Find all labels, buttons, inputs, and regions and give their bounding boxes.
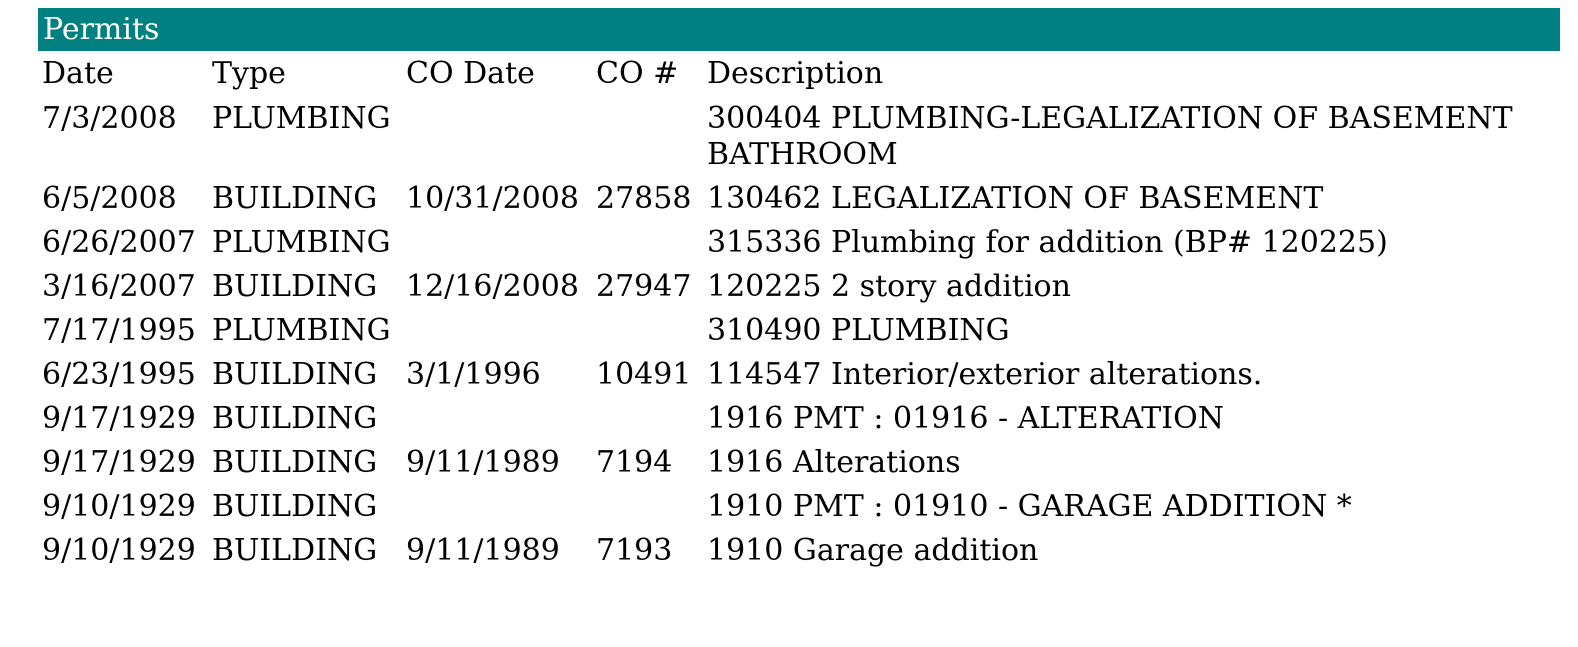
cell-co-date: 9/11/1989 [406, 533, 560, 568]
cell-co-number: 27858 [596, 181, 692, 216]
cell-description: 120225 2 story addition [707, 269, 1071, 304]
table-row: 7/17/1995 PLUMBING 310490 PLUMBING [38, 309, 1560, 353]
cell-co-number [592, 397, 703, 441]
cell-type: BUILDING [212, 357, 378, 392]
permits-table: Date Type CO Date CO # Description 7/3/2… [38, 51, 1560, 573]
cell-description: 315336 Plumbing for addition (BP# 120225… [707, 225, 1388, 260]
column-header-co-number: CO # [596, 56, 679, 91]
column-header-type: Type [212, 56, 286, 91]
cell-co-date: 12/16/2008 [406, 269, 579, 304]
cell-co-number: 10491 [596, 357, 692, 392]
cell-date: 3/16/2007 [42, 269, 196, 304]
cell-co-number: 7193 [596, 533, 673, 568]
table-row: 6/5/2008 BUILDING 10/31/2008 27858 130462 LE… [38, 177, 1560, 221]
cell-co-number: 27947 [596, 269, 692, 304]
permits-panel: Permits Date Type CO Date CO # Descripti… [38, 8, 1560, 573]
cell-co-date [402, 221, 592, 265]
cell-type: BUILDING [212, 181, 378, 216]
table-row: 9/17/1929 BUILDING 1916 PMT : 01916 - ALTE… [38, 397, 1560, 441]
cell-co-date: 3/1/1996 [406, 357, 541, 392]
permit-rows: 7/3/2008 PLUMBING 300404 PLUMBING-LEGALIZA… [38, 97, 1560, 573]
table-row: 3/16/2007 BUILDING 12/16/2008 27947 120225 2… [38, 265, 1560, 309]
table-row: 9/10/1929 BUILDING 1910 PMT : 01910 - GARA… [38, 485, 1560, 529]
cell-type: BUILDING [212, 269, 378, 304]
cell-date: 7/3/2008 [42, 101, 177, 136]
panel-title: Permits [38, 8, 1560, 51]
cell-date: 6/23/1995 [42, 357, 196, 392]
column-header-co-date: CO Date [406, 56, 535, 91]
cell-co-date: 10/31/2008 [406, 181, 579, 216]
cell-description: 310490 PLUMBING [707, 313, 1010, 348]
table-header-row: Date Type CO Date CO # Description [38, 51, 1560, 97]
cell-type: PLUMBING [212, 225, 391, 260]
cell-date: 9/17/1929 [42, 445, 196, 480]
cell-type: PLUMBING [212, 101, 391, 136]
cell-date: 7/17/1995 [42, 313, 196, 348]
table-row: 7/3/2008 PLUMBING 300404 PLUMBING-LEGALIZA… [38, 97, 1560, 177]
cell-description: 130462 LEGALIZATION OF BASEMENT [707, 181, 1324, 216]
cell-type: PLUMBING [212, 313, 391, 348]
cell-co-number [592, 221, 703, 265]
cell-date: 6/5/2008 [42, 181, 177, 216]
cell-type: BUILDING [212, 401, 378, 436]
cell-co-number [592, 97, 703, 177]
cell-description: 1916 PMT : 01916 - ALTERATION [707, 401, 1224, 436]
cell-co-number: 7194 [596, 445, 673, 480]
cell-date: 9/10/1929 [42, 533, 196, 568]
column-header-description: Description [707, 56, 884, 91]
table-row: 9/10/1929 BUILDING 9/11/1989 7193 1910 Garag… [38, 529, 1560, 573]
cell-co-number [592, 485, 703, 529]
column-header-date: Date [42, 56, 114, 91]
cell-type: BUILDING [212, 489, 378, 524]
cell-co-date [402, 397, 592, 441]
cell-description: 114547 Interior/exterior alterations. [707, 357, 1263, 392]
cell-co-date: 9/11/1989 [406, 445, 560, 480]
cell-date: 6/26/2007 [42, 225, 196, 260]
table-row: 6/23/1995 BUILDING 3/1/1996 10491 114547 Int… [38, 353, 1560, 397]
cell-date: 9/17/1929 [42, 401, 196, 436]
table-row: 6/26/2007 PLUMBING 315336 Plumbing for add… [38, 221, 1560, 265]
cell-description: 300404 PLUMBING-LEGALIZATION OF BASEMENT… [707, 101, 1513, 172]
cell-description: 1916 Alterations [707, 445, 961, 480]
table-row: 9/17/1929 BUILDING 9/11/1989 7194 1916 Alter… [38, 441, 1560, 485]
cell-co-date [402, 485, 592, 529]
cell-co-date [402, 97, 592, 177]
cell-description: 1910 Garage addition [707, 533, 1039, 568]
cell-description: 1910 PMT : 01910 - GARAGE ADDITION * [707, 489, 1352, 524]
cell-co-number [592, 309, 703, 353]
cell-type: BUILDING [212, 533, 378, 568]
cell-date: 9/10/1929 [42, 489, 196, 524]
cell-co-date [402, 309, 592, 353]
cell-type: BUILDING [212, 445, 378, 480]
